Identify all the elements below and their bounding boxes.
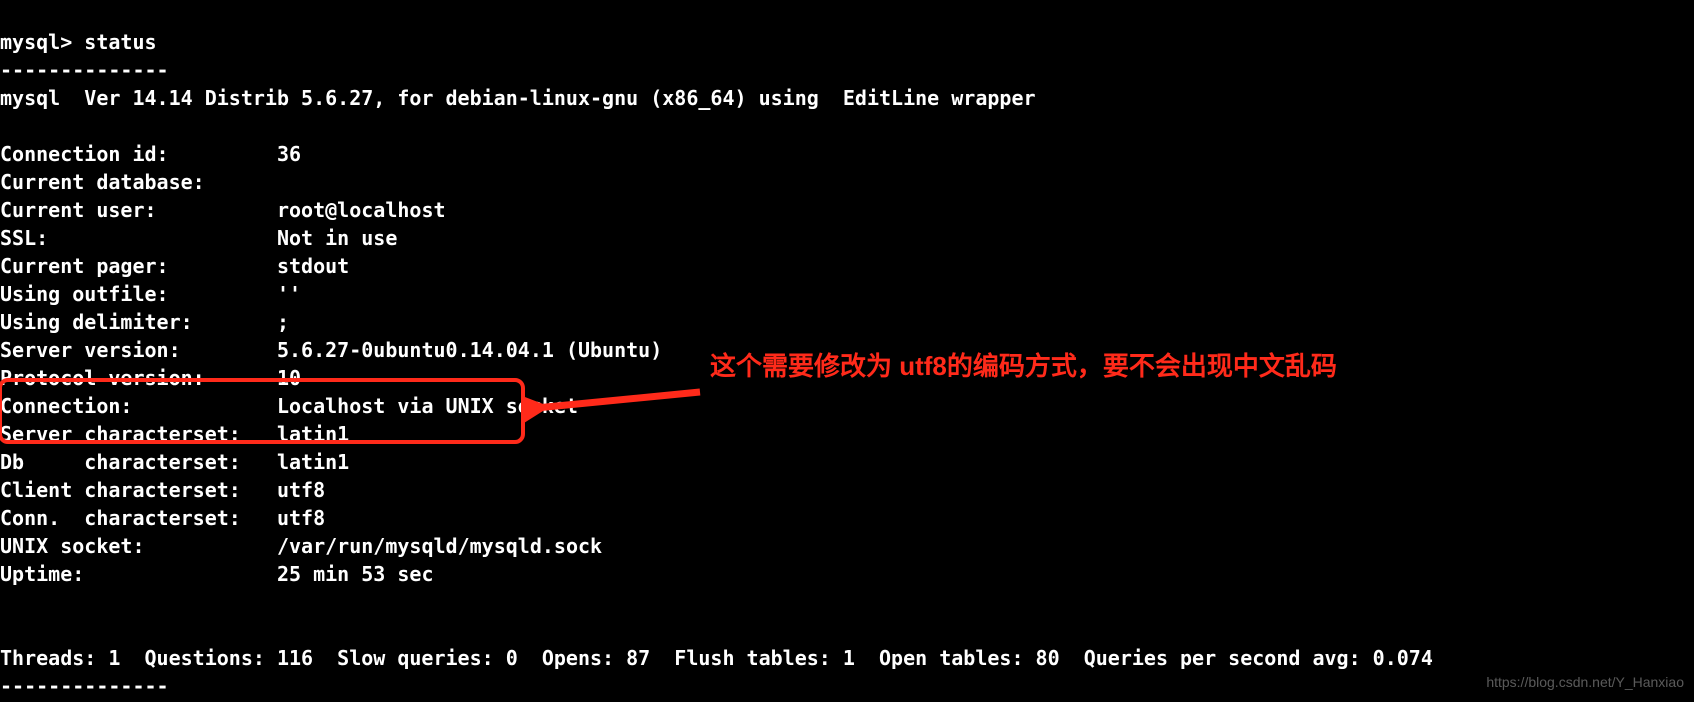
status-label: Protocol version:	[0, 366, 277, 390]
mysql-prompt[interactable]: mysql>	[0, 30, 84, 54]
status-label: Client characterset:	[0, 478, 277, 502]
status-value: utf8	[277, 506, 325, 530]
status-value: 36	[277, 142, 301, 166]
status-value: latin1	[277, 422, 349, 446]
status-value: 5.6.27-0ubuntu0.14.04.1 (Ubuntu)	[277, 338, 662, 362]
status-value: utf8	[277, 478, 325, 502]
status-value: Localhost via UNIX socket	[277, 394, 578, 418]
status-value: stdout	[277, 254, 349, 278]
status-row: Using outfile: ''	[0, 280, 1694, 308]
status-value: latin1	[277, 450, 349, 474]
watermark-text: https://blog.csdn.net/Y_Hanxiao	[1486, 668, 1684, 696]
divider-top: --------------	[0, 58, 169, 82]
status-label: Using delimiter:	[0, 310, 277, 334]
status-label: Server characterset:	[0, 422, 277, 446]
blank-line-2	[0, 618, 12, 642]
status-value: ;	[277, 310, 289, 334]
status-label: SSL:	[0, 226, 277, 250]
status-label: Current pager:	[0, 254, 277, 278]
status-row: Db characterset: latin1	[0, 448, 1694, 476]
annotation-text: 这个需要修改为 utf8的编码方式，要不会出现中文乱码	[710, 352, 1337, 380]
status-row: Current user: root@localhost	[0, 196, 1694, 224]
stats-line: Threads: 1 Questions: 116 Slow queries: …	[0, 646, 1433, 670]
status-row: Current pager: stdout	[0, 252, 1694, 280]
status-value: ''	[277, 282, 301, 306]
status-row: Connection id: 36	[0, 140, 1694, 168]
blank-line	[0, 114, 12, 138]
status-value: 25 min 53 sec	[277, 562, 434, 586]
status-label: Connection id:	[0, 142, 277, 166]
command-text: status	[84, 30, 156, 54]
status-row: Connection: Localhost via UNIX socket	[0, 392, 1694, 420]
status-label: Current user:	[0, 198, 277, 222]
status-value: Not in use	[277, 226, 397, 250]
divider-bottom: --------------	[0, 674, 169, 698]
status-row: Uptime: 25 min 53 sec	[0, 560, 1694, 588]
status-row: Current database:	[0, 168, 1694, 196]
terminal-output: mysql> status -------------- mysql Ver 1…	[0, 0, 1694, 700]
status-row: SSL: Not in use	[0, 224, 1694, 252]
status-value: root@localhost	[277, 198, 446, 222]
status-row: UNIX socket: /var/run/mysqld/mysqld.sock	[0, 532, 1694, 560]
status-value: 10	[277, 366, 301, 390]
status-row: Using delimiter: ;	[0, 308, 1694, 336]
status-value: /var/run/mysqld/mysqld.sock	[277, 534, 602, 558]
status-row: Client characterset: utf8	[0, 476, 1694, 504]
version-line: mysql Ver 14.14 Distrib 5.6.27, for debi…	[0, 86, 1036, 110]
status-label: Connection:	[0, 394, 277, 418]
status-label: Server version:	[0, 338, 277, 362]
status-label: Current database:	[0, 170, 277, 194]
status-row: Conn. characterset: utf8	[0, 504, 1694, 532]
status-row: Server characterset: latin1	[0, 420, 1694, 448]
status-label: Db characterset:	[0, 450, 277, 474]
status-label: Conn. characterset:	[0, 506, 277, 530]
status-label: UNIX socket:	[0, 534, 277, 558]
status-label: Using outfile:	[0, 282, 277, 306]
status-label: Uptime:	[0, 562, 277, 586]
